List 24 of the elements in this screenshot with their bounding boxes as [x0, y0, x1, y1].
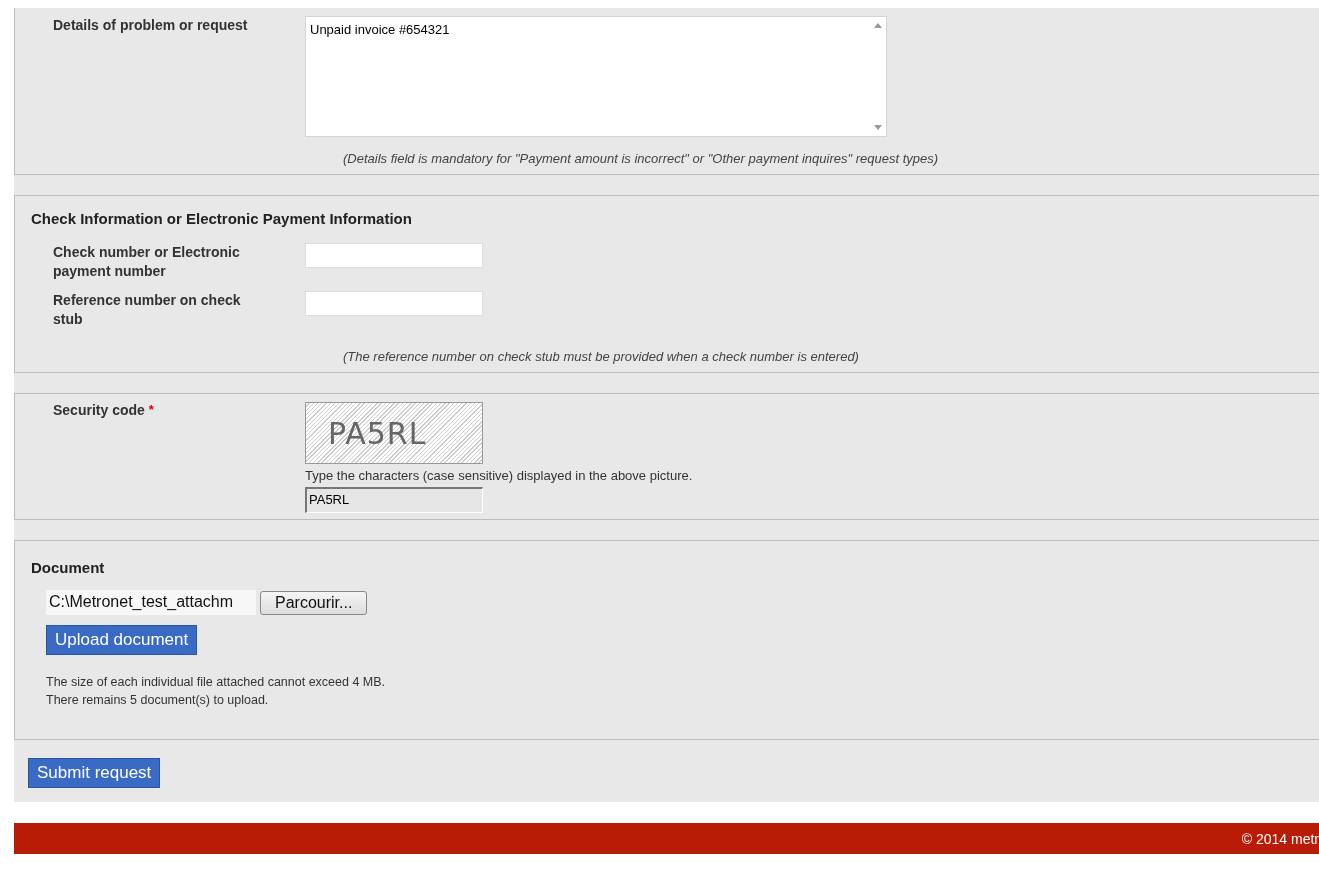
copyright-text: © 2014 metr — [1241, 830, 1319, 847]
captcha-image: PA5RL — [305, 402, 483, 464]
field-label: Reference number on check stub — [52, 291, 242, 329]
info-text: There remains 5 document(s) to upload. — [46, 692, 270, 709]
input-field[interactable] — [305, 291, 483, 316]
info-text: The size of each individual file attached cannot exceed 4 MB. — [46, 674, 387, 691]
scroll-up-icon[interactable] — [873, 23, 882, 28]
field-label: Check number or Electronic payment number — [52, 243, 241, 281]
field-label: Details of problem or request — [52, 16, 249, 35]
captcha-instruction: Type the characters (case sensitive) displayed in the above picture. — [305, 468, 693, 483]
browse-button[interactable]: Parcourir... — [260, 590, 368, 615]
section-title: Check Information or Electronic Payment Information — [30, 210, 413, 227]
submit-button[interactable]: Submit request — [28, 758, 161, 788]
upload-button[interactable]: Upload document — [46, 625, 198, 655]
scroll-down-icon[interactable] — [873, 125, 882, 130]
input-field[interactable] — [305, 243, 483, 268]
required-mark: * — [148, 402, 154, 417]
hint-text: (Details field is mandatory for "Payment amount is incorrect" or "Other payment inquires" request types) — [343, 151, 940, 166]
hint-text: (The reference number on check stub must be provided when a check number is entered) — [343, 349, 860, 364]
file-path-field[interactable]: C:\Metronet_test_attachm — [46, 590, 256, 615]
details-textarea[interactable]: Unpaid invoice #654321 — [305, 16, 887, 137]
section-title: Document — [30, 559, 106, 576]
security-code-field[interactable]: PA5RL — [305, 487, 483, 513]
field-label: Security code — [53, 402, 145, 418]
